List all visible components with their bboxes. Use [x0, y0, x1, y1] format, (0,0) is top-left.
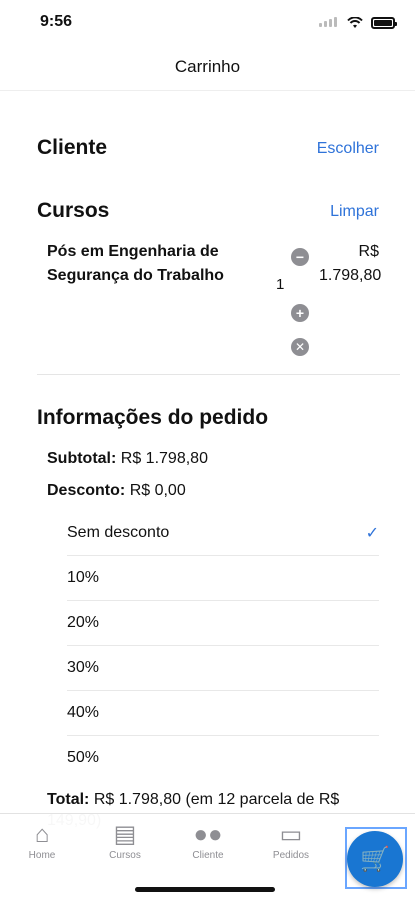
subtotal-label: Subtotal: [47, 450, 117, 467]
tab-label: Home [28, 850, 56, 861]
course-name: Pós em Engenharia de Segurança do Trabal… [47, 243, 224, 284]
total-label: Total: [47, 791, 90, 808]
discount-label: Desconto: [47, 482, 126, 499]
discount-option[interactable]: 30% [67, 646, 379, 691]
tab-label: Pedidos [272, 850, 310, 861]
status-icons [319, 14, 397, 32]
cursos-section-title: Cursos [37, 199, 110, 222]
discount-option-label: 40% [67, 704, 100, 721]
choose-client-button[interactable]: Escolher [317, 140, 379, 158]
battery-icon [371, 17, 397, 29]
book-icon: ▤ [113, 821, 137, 848]
navigation-bar: Carrinho [0, 44, 415, 91]
tab-cursos[interactable]: ▤ Cursos [89, 820, 161, 861]
discount-option-label: 50% [67, 749, 100, 766]
minus-icon[interactable]: − [291, 248, 309, 266]
course-quantity: 1 [276, 276, 285, 293]
remove-icon[interactable]: ✕ [291, 338, 309, 356]
tab-pedidos[interactable]: ▭ Pedidos [255, 820, 327, 861]
tab-label: Cliente [192, 850, 224, 861]
discount-option[interactable]: Sem desconto ✓ [67, 511, 379, 556]
discount-value: R$ 0,00 [129, 482, 186, 499]
home-indicator [135, 887, 275, 892]
people-icon: ●● [193, 821, 223, 848]
card-icon: ▭ [279, 821, 303, 848]
cart-icon: 🛒 [360, 845, 390, 873]
discount-line: Desconto: R$ 0,00 [47, 482, 186, 500]
discount-options-list: Sem desconto ✓ 10% 20% 30% 40% 50% [67, 511, 379, 780]
discount-option-label: 30% [67, 659, 100, 676]
status-bar: 9:56 [0, 0, 415, 44]
plus-icon[interactable]: + [291, 304, 309, 322]
divider [37, 374, 400, 375]
subtotal-line: Subtotal: R$ 1.798,80 [47, 450, 208, 468]
tab-cliente[interactable]: ●● Cliente [172, 820, 244, 861]
cart-fab-button[interactable]: 🛒 [347, 831, 403, 887]
tab-bar: ⌂ Home ▤ Cursos ●● Cliente ▭ Pedidos 🛒 [0, 813, 415, 900]
cliente-section-title: Cliente [37, 136, 108, 159]
cart-content: Cliente Escolher Cursos Limpar Pós em En… [0, 90, 415, 900]
discount-option-label: 10% [67, 569, 100, 586]
discount-option[interactable]: 50% [67, 736, 379, 780]
wifi-icon [347, 17, 363, 28]
order-info-title: Informações do pedido [37, 406, 269, 429]
discount-option-label: 20% [67, 614, 100, 631]
discount-option-label: Sem desconto [67, 524, 170, 541]
clear-courses-button[interactable]: Limpar [330, 203, 379, 221]
page-title: Carrinho [174, 57, 241, 76]
discount-option[interactable]: 10% [67, 556, 379, 601]
discount-option[interactable]: 20% [67, 601, 379, 646]
subtotal-value: R$ 1.798,80 [120, 450, 208, 467]
home-icon: ⌂ [34, 821, 50, 848]
status-time: 9:56 [40, 13, 73, 30]
course-price: R$ 1.798,80 [319, 243, 382, 284]
tab-label: Cursos [109, 850, 141, 861]
tab-home[interactable]: ⌂ Home [6, 820, 78, 861]
checkmark-icon: ✓ [365, 525, 379, 542]
discount-option[interactable]: 40% [67, 691, 379, 736]
signal-icon [319, 14, 339, 32]
